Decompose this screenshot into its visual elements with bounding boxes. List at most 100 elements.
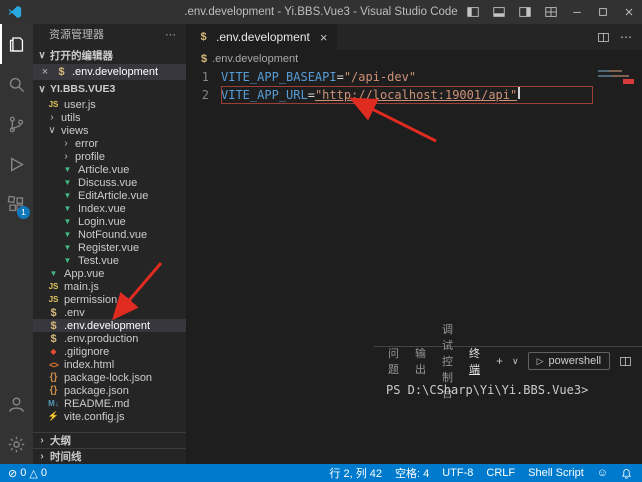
project-root-label: YI.BBS.VUE3 <box>50 83 115 95</box>
outline-label: 大纲 <box>50 433 71 448</box>
tree-item-article-vue[interactable]: ▼Article.vue <box>33 163 186 176</box>
terminal[interactable]: PS D:\CSharp\Yi\Yi.BBS.Vue3> <box>374 375 642 397</box>
terminal-prompt: PS D:\CSharp\Yi\Yi.BBS.Vue3> <box>386 383 588 397</box>
chevron-down-icon: ∨ <box>37 84 47 95</box>
markdown-icon: M↓ <box>47 399 60 408</box>
env-value: "/api-dev" <box>344 68 416 86</box>
code-line-1[interactable]: 1VITE_APP_BASEAPI="/api-dev" <box>187 68 642 86</box>
tree-item-views[interactable]: ∨views <box>33 124 186 137</box>
source-control-icon[interactable] <box>0 104 33 144</box>
toggle-sidebar-icon[interactable] <box>460 0 486 24</box>
tree-item-env-production[interactable]: $.env.production <box>33 332 186 345</box>
tab-env-development[interactable]: $ .env.development × <box>187 24 337 50</box>
terminal-dropdown-icon[interactable]: ∨ <box>512 357 519 366</box>
chevron-right-icon: › <box>61 151 71 162</box>
more-actions-icon[interactable]: ⋯ <box>165 24 176 46</box>
tree-item-app-vue[interactable]: ▼App.vue <box>33 267 186 280</box>
project-root-header[interactable]: ∨ YI.BBS.VUE3 <box>33 80 186 98</box>
status-bar: ⊘ 0 △ 0 行 2, 列 42 空格: 4 UTF-8 CRLF Shell… <box>0 464 642 482</box>
minimap-line-mark <box>598 75 629 77</box>
minimap-line-mark <box>598 70 622 72</box>
tab-debug-console[interactable]: 调试控制台 <box>442 347 453 375</box>
code-line-2[interactable]: 2VITE_APP_URL="http://localhost:19001/ap… <box>187 86 642 104</box>
close-window-icon[interactable] <box>616 0 642 24</box>
tree-item-error[interactable]: ›error <box>33 137 186 150</box>
toggle-panel-icon[interactable] <box>486 0 512 24</box>
chevron-down-icon: ∨ <box>37 50 47 61</box>
account-icon[interactable] <box>0 384 33 424</box>
settings-gear-icon[interactable] <box>0 424 33 464</box>
tree-item-editarticle-vue[interactable]: ▼EditArticle.vue <box>33 189 186 202</box>
tree-item-readme-md[interactable]: M↓README.md <box>33 397 186 410</box>
tab-terminal[interactable]: 终端 <box>469 347 480 375</box>
run-debug-icon[interactable] <box>0 144 33 184</box>
extensions-badge: 1 <box>17 206 30 219</box>
outline-section[interactable]: › 大纲 <box>33 432 186 448</box>
tree-item-vite-config-js[interactable]: ⚡vite.config.js <box>33 410 186 423</box>
tree-item-index-vue[interactable]: ▼Index.vue <box>33 202 186 215</box>
minimap[interactable] <box>598 70 634 120</box>
tree-item-package-json[interactable]: {}package.json <box>33 384 186 397</box>
tree-item-utils[interactable]: ›utils <box>33 111 186 124</box>
tree-item-env[interactable]: $.env <box>33 306 186 319</box>
tree-item-env-development[interactable]: $.env.development <box>33 319 186 332</box>
problems-status[interactable]: ⊘ 0 △ 0 <box>8 467 47 480</box>
split-editor-icon[interactable] <box>597 31 610 44</box>
html-icon: <> <box>47 360 60 370</box>
tab-problems[interactable]: 问题 <box>388 347 399 375</box>
extensions-icon[interactable]: 1 <box>0 184 33 224</box>
open-editors-header[interactable]: ∨ 打开的编辑器 <box>33 46 186 64</box>
tree-item-user-js[interactable]: JSuser.js <box>33 98 186 111</box>
feedback-smiley-icon[interactable]: ☺ <box>597 467 608 479</box>
tree-item-permission-js[interactable]: JSpermission.js <box>33 293 186 306</box>
editor-more-actions-icon[interactable]: ⋯ <box>620 30 632 44</box>
timeline-section[interactable]: › 时间线 <box>33 448 186 464</box>
minimize-icon[interactable] <box>564 0 590 24</box>
split-terminal-icon[interactable] <box>619 355 632 368</box>
editor-area: $ .env.development × ⋯ $ .env.developmen… <box>187 24 642 464</box>
maximize-icon[interactable] <box>590 0 616 24</box>
env-value-url[interactable]: "http://localhost:19001/api" <box>315 86 517 104</box>
explorer-icon[interactable] <box>0 24 33 64</box>
indentation-status[interactable]: 空格: 4 <box>395 465 429 481</box>
tree-item-register-vue[interactable]: ▼Register.vue <box>33 241 186 254</box>
tree-item-gitignore[interactable]: ◆.gitignore <box>33 345 186 358</box>
cursor-position-status[interactable]: 行 2, 列 42 <box>329 465 382 481</box>
notifications-bell-icon[interactable] <box>621 468 632 479</box>
eol-status[interactable]: CRLF <box>486 467 515 479</box>
terminal-profile-select[interactable]: ▷ powershell <box>528 352 611 370</box>
breadcrumb[interactable]: $ .env.development <box>187 50 642 68</box>
vue-icon: ▼ <box>61 230 74 239</box>
vue-icon: ▼ <box>61 165 74 174</box>
chevron-right-icon: › <box>37 451 47 462</box>
panel-actions: + ∨ ▷ powershell ∧ × <box>496 352 642 370</box>
toggle-secondary-sidebar-icon[interactable] <box>512 0 538 24</box>
tab-output[interactable]: 输出 <box>415 347 426 375</box>
close-editor-icon[interactable]: × <box>39 66 51 78</box>
tree-item-test-vue[interactable]: ▼Test.vue <box>33 254 186 267</box>
close-tab-icon[interactable]: × <box>320 30 328 45</box>
chevron-right-icon: › <box>61 138 71 149</box>
warning-count: 0 <box>41 467 47 479</box>
vue-icon: ▼ <box>61 204 74 213</box>
tree-item-discuss-vue[interactable]: ▼Discuss.vue <box>33 176 186 189</box>
env-file-icon: $ <box>47 307 60 319</box>
tree-item-main-js[interactable]: JSmain.js <box>33 280 186 293</box>
encoding-status[interactable]: UTF-8 <box>442 467 473 479</box>
new-terminal-icon[interactable]: + <box>496 355 503 367</box>
vue-icon: ▼ <box>61 217 74 226</box>
code-editor[interactable]: 1VITE_APP_BASEAPI="/api-dev" 2VITE_APP_U… <box>187 68 642 322</box>
search-icon[interactable] <box>0 64 33 104</box>
tree-item-profile[interactable]: ›profile <box>33 150 186 163</box>
tree-item-login-vue[interactable]: ▼Login.vue <box>33 215 186 228</box>
env-file-icon: $ <box>55 66 68 78</box>
js-icon: JS <box>47 282 60 291</box>
customize-layout-icon[interactable] <box>538 0 564 24</box>
open-editor-item[interactable]: × $ .env.development <box>33 64 186 80</box>
language-mode-status[interactable]: Shell Script <box>528 467 584 479</box>
vue-icon: ▼ <box>61 178 74 187</box>
tree-item-index-html[interactable]: <>index.html <box>33 358 186 371</box>
tree-item-package-lock-json[interactable]: {}package-lock.json <box>33 371 186 384</box>
tree-item-notfound-vue[interactable]: ▼NotFound.vue <box>33 228 186 241</box>
equals-sign: = <box>337 68 344 86</box>
